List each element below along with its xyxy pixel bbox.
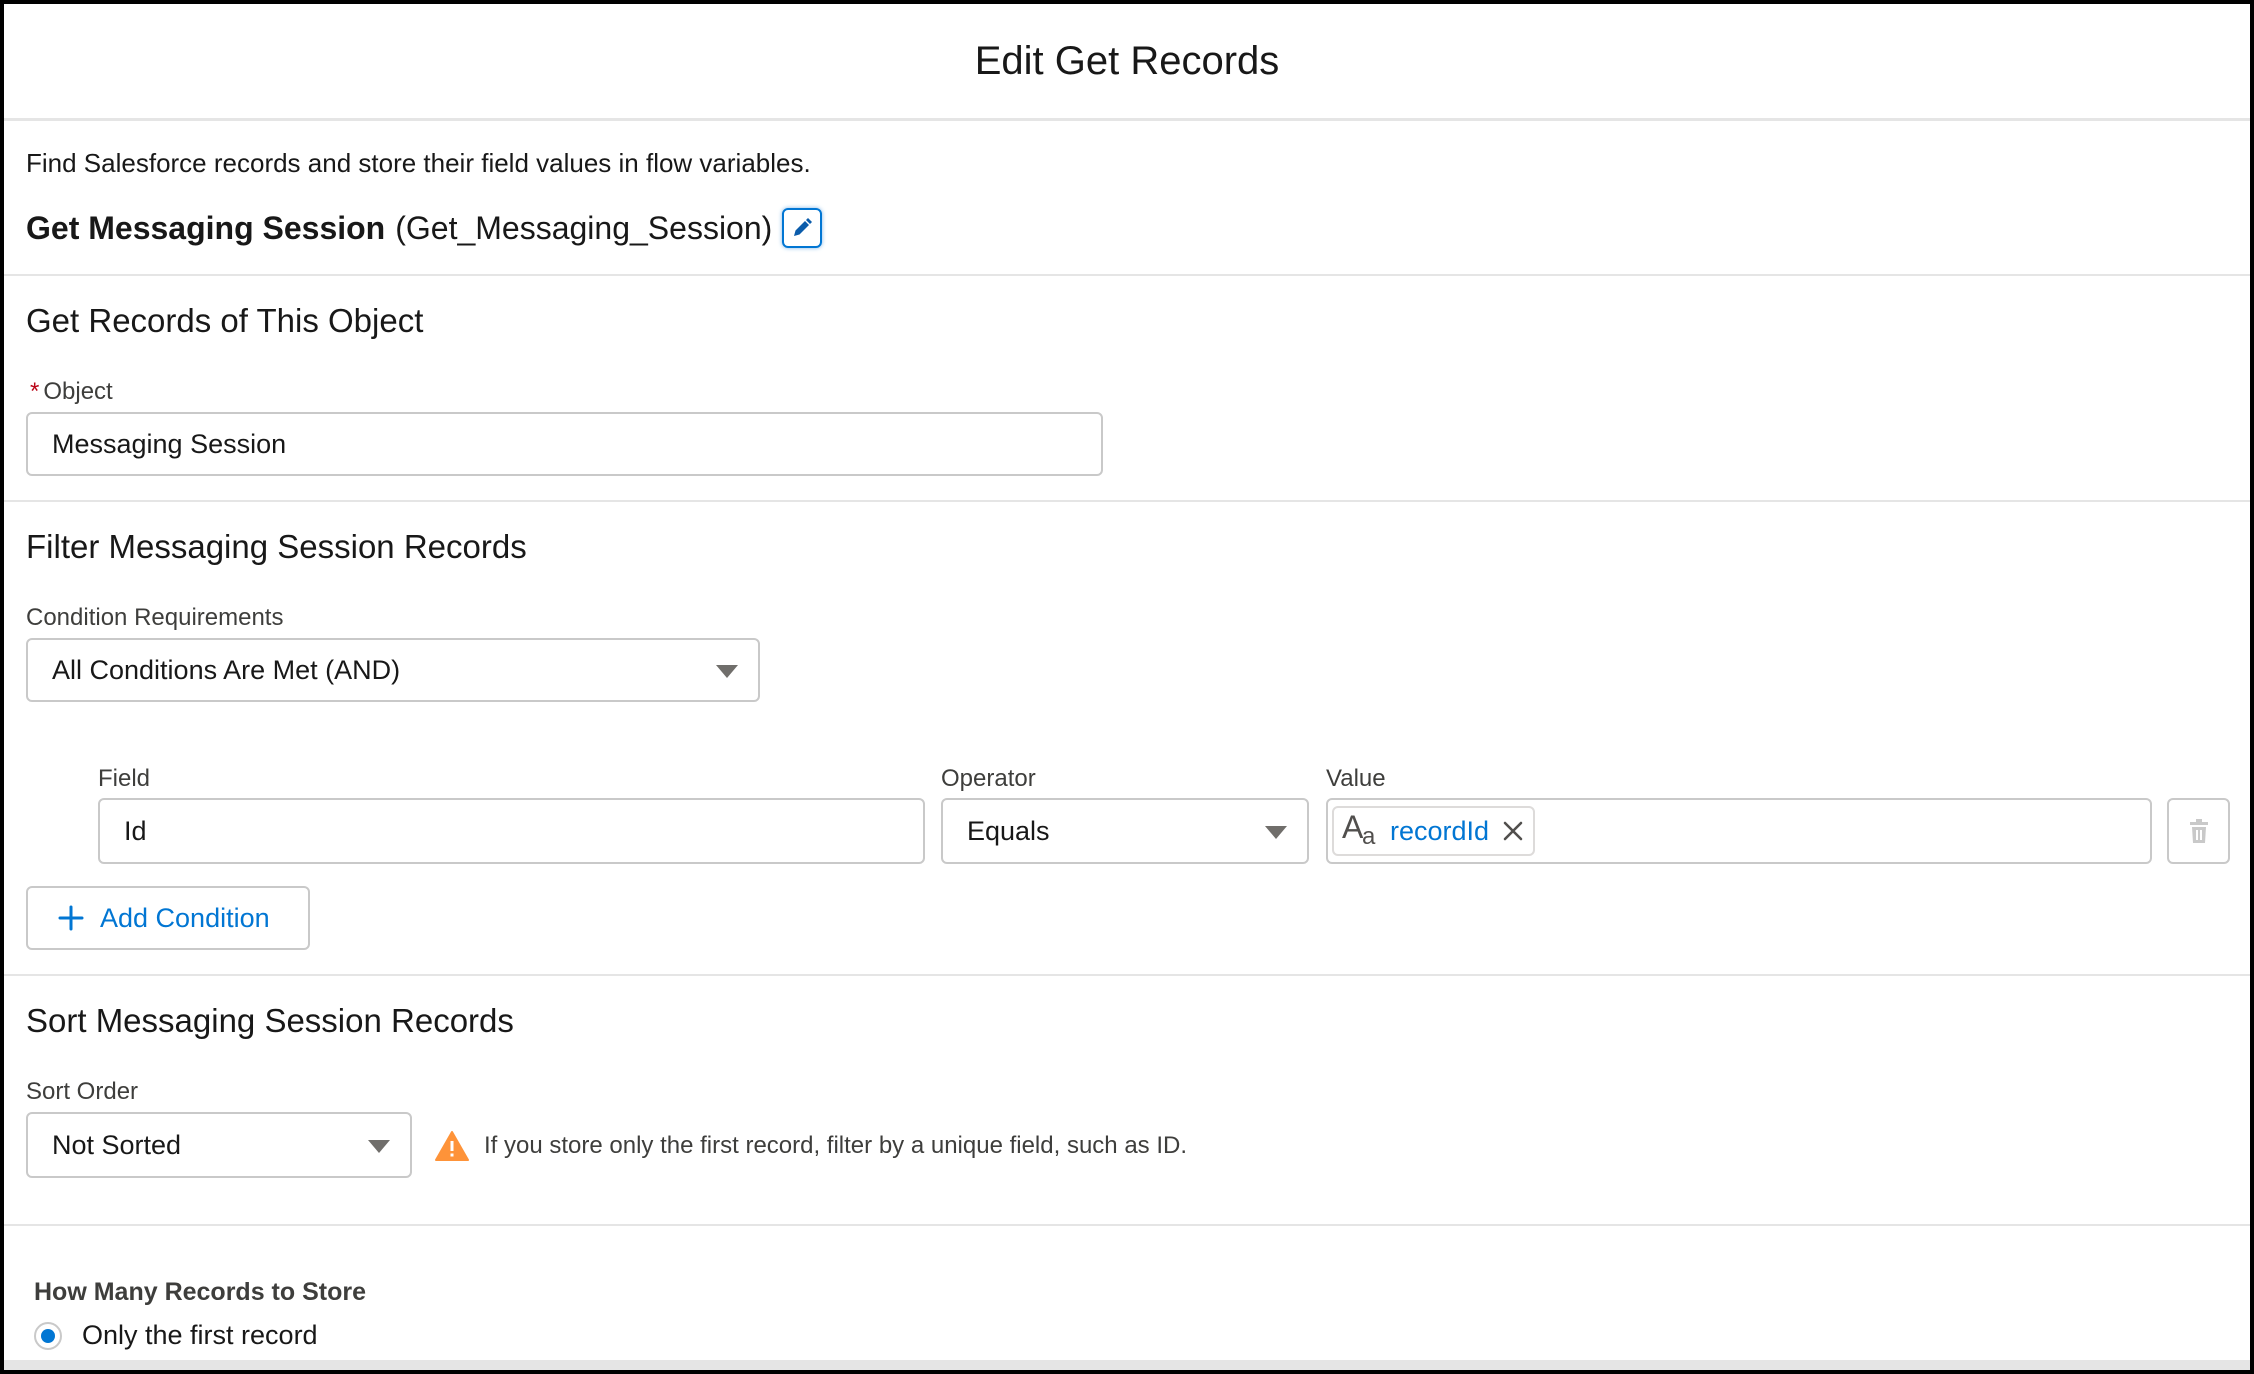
pencil-icon bbox=[794, 218, 813, 236]
plus-icon bbox=[58, 905, 84, 931]
sort-section-title: Sort Messaging Session Records bbox=[26, 1002, 514, 1039]
chevron-down-icon bbox=[368, 1140, 390, 1153]
sort-warning: If you store only the first record, filt… bbox=[434, 1130, 1187, 1162]
sort-order-select[interactable]: Not Sorted bbox=[26, 1112, 412, 1178]
divider bbox=[4, 1224, 2250, 1226]
chevron-down-icon bbox=[716, 665, 738, 678]
add-condition-button[interactable]: Add Condition bbox=[26, 886, 310, 950]
condition-requirements-value: All Conditions Are Met (AND) bbox=[52, 654, 401, 685]
filter-section-title: Filter Messaging Session Records bbox=[26, 528, 527, 565]
close-icon[interactable] bbox=[1503, 821, 1523, 841]
store-section-title: How Many Records to Store bbox=[34, 1278, 366, 1306]
add-condition-label: Add Condition bbox=[100, 902, 270, 933]
field-label: Field bbox=[98, 765, 151, 792]
sort-warning-text: If you store only the first record, filt… bbox=[484, 1132, 1187, 1159]
modal-title: Edit Get Records bbox=[974, 38, 1280, 83]
element-name-row: Get Messaging Session (Get_Messaging_Ses… bbox=[26, 208, 823, 248]
field-input[interactable]: Id bbox=[98, 798, 925, 864]
operator-select[interactable]: Equals bbox=[941, 798, 1309, 864]
chevron-down-icon bbox=[1265, 826, 1287, 839]
radio-selected[interactable] bbox=[34, 1321, 62, 1350]
edit-name-button[interactable] bbox=[782, 208, 823, 248]
modal-header: Edit Get Records bbox=[4, 4, 2250, 121]
warning-icon bbox=[435, 1131, 469, 1161]
edit-get-records-modal: Edit Get Records Find Salesforce records… bbox=[0, 0, 2254, 1374]
object-section-title: Get Records of This Object bbox=[26, 302, 424, 339]
required-marker: * bbox=[30, 378, 40, 405]
condition-requirements-label: Condition Requirements bbox=[26, 604, 284, 631]
object-input-value: Messaging Session bbox=[52, 428, 287, 459]
value-pill[interactable]: A a recordId bbox=[1332, 806, 1536, 856]
object-label-row: * Object bbox=[30, 378, 113, 406]
store-option-first-label: Only the first record bbox=[82, 1320, 318, 1350]
operator-label: Operator bbox=[941, 765, 1036, 792]
value-label: Value bbox=[1326, 765, 1386, 792]
trash-icon bbox=[2189, 819, 2208, 843]
element-label: Get Messaging Session bbox=[26, 209, 386, 246]
text-type-icon: A a bbox=[1342, 809, 1376, 850]
condition-requirements-select[interactable]: All Conditions Are Met (AND) bbox=[26, 638, 760, 702]
value-pill-label: recordId bbox=[1390, 815, 1490, 846]
value-input[interactable]: A a recordId bbox=[1326, 798, 2152, 864]
sort-order-label: Sort Order bbox=[26, 1078, 139, 1105]
field-input-value: Id bbox=[124, 815, 147, 846]
element-api-name: (Get_Messaging_Session) bbox=[395, 209, 773, 246]
divider bbox=[4, 974, 2250, 976]
object-label: Object bbox=[43, 378, 113, 405]
operator-value: Equals bbox=[967, 815, 1050, 846]
delete-condition-button[interactable] bbox=[2167, 798, 2230, 864]
divider bbox=[4, 274, 2250, 276]
divider bbox=[4, 500, 2250, 502]
object-input[interactable]: Messaging Session bbox=[26, 412, 1103, 476]
sort-order-value: Not Sorted bbox=[52, 1129, 182, 1160]
store-option-first[interactable]: Only the first record bbox=[34, 1320, 318, 1351]
description-text: Find Salesforce records and store their … bbox=[26, 148, 811, 178]
footer-edge bbox=[4, 1360, 2250, 1370]
